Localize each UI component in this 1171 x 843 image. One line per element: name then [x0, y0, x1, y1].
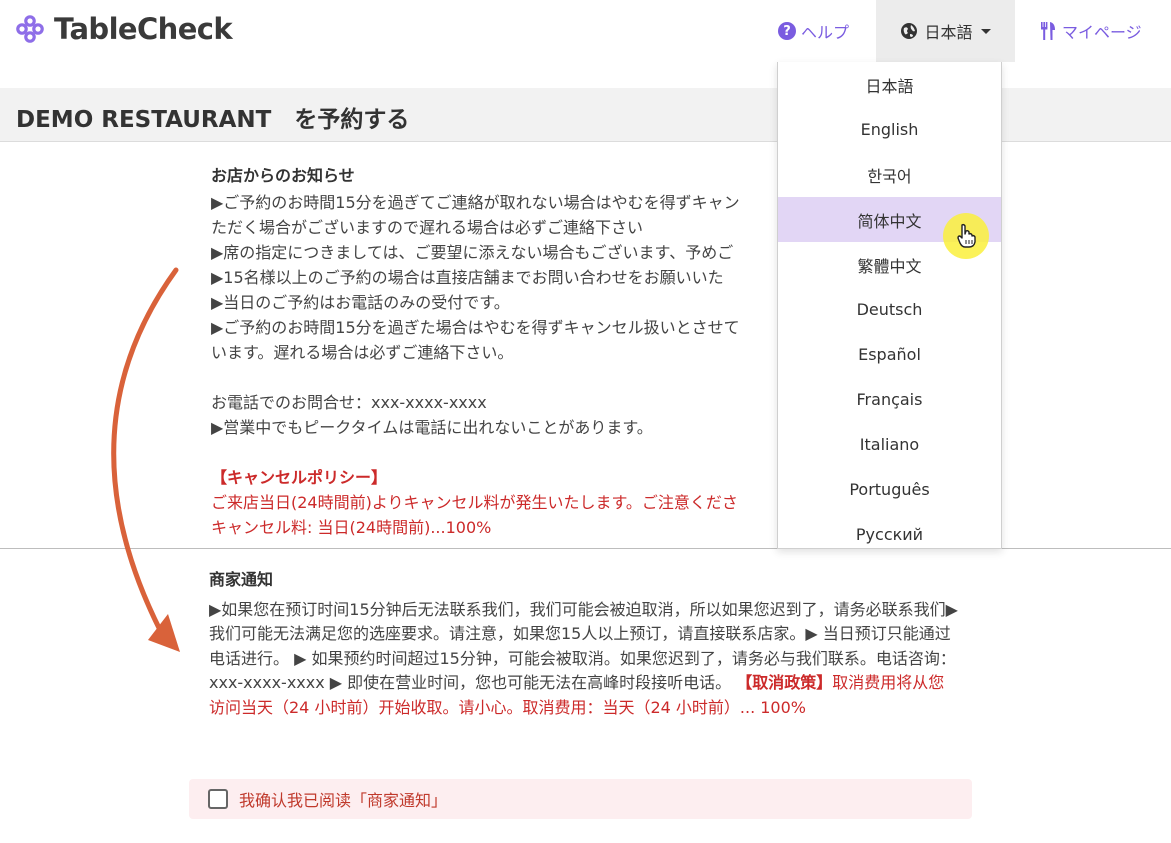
language-option[interactable]: Español [778, 332, 1001, 377]
notice-line: ▶ご予約のお時間15分を過ぎてご連絡が取れない場合はやむを得ずキャン [211, 193, 740, 212]
notice-peak-line: ▶営業中でもピークタイムは電話に出れないことがあります。 [211, 418, 653, 437]
notice-translated-heading: 商家通知 [209, 570, 274, 589]
confirm-notice[interactable]: 我确认我已阅读「商家通知」 [189, 779, 972, 819]
cancel-policy-line: キャンセル料: 当日(24時間前)...100% [211, 518, 492, 537]
notice-line: ▶ご予約のお時間15分を過ぎた場合はやむを得ずキャンセル扱いとさせて [211, 318, 740, 337]
language-option[interactable]: English [778, 107, 1001, 152]
hand-pointer-icon [957, 223, 976, 248]
notice-line: ▶当日のご予約はお電話のみの受付です。 [211, 293, 510, 312]
language-option[interactable]: Русский [778, 512, 1001, 548]
language-label: 日本語 [924, 23, 973, 42]
language-option[interactable]: Français [778, 377, 1001, 422]
language-dropdown: 日本語 English 한국어 简体中文 繁體中文 Deutsch Españo… [777, 62, 1002, 549]
help-link[interactable]: ? ヘルプ [778, 19, 849, 43]
language-selector[interactable]: 日本語 [876, 0, 1015, 62]
help-label: ヘルプ [801, 23, 850, 42]
question-circle-icon: ? [778, 22, 796, 40]
tablecheck-logo-icon [16, 15, 44, 43]
page-title: DEMO RESTAURANT を予約する [16, 107, 410, 133]
language-option[interactable]: Português [778, 467, 1001, 512]
notice-translated-body: ▶如果您在预订时间15分钟后无法联系我们，我们可能会被迫取消，所以如果您迟到了，… [209, 598, 959, 721]
fork-knife-icon [1041, 22, 1055, 40]
notice-line: ▶15名様以上のご予約の場合は直接店舗までお問い合わせをお願いいた [211, 268, 724, 287]
notice-original-heading: お店からのお知らせ [211, 166, 355, 185]
mypage-link[interactable]: マイページ [1040, 19, 1142, 43]
mypage-label: マイページ [1062, 23, 1142, 42]
logo[interactable]: TableCheck [16, 12, 233, 46]
notice-line: ▶席の指定につきましては、ご要望に添えない場合もございます、予めご [211, 243, 734, 262]
globe-icon [901, 23, 918, 39]
language-option[interactable]: Deutsch [778, 287, 1001, 332]
caret-down-icon [980, 28, 991, 34]
language-option[interactable]: 한국어 [778, 152, 1001, 197]
notice-line: ただく場合がございますので遅れる場合は必ずご連絡下さい [211, 218, 644, 237]
cancel-policy-line: ご来店当日(24時間前)よりキャンセル料が発生いたします。ご注意くださ [211, 493, 738, 512]
notice-line: います。遅れる場合は必ずご連絡下さい。 [211, 343, 514, 362]
cancel-policy-heading: 【キャンセルポリシー】 [211, 468, 388, 487]
notice-original: お店からのお知らせ ▶ご予約のお時間15分を過ぎてご連絡が取れない場合はやむを得… [211, 163, 831, 548]
notice-translated: 商家通知 ▶如果您在预订时间15分钟后无法联系我们，我们可能会被迫取消，所以如果… [209, 568, 959, 721]
language-option[interactable]: Italiano [778, 422, 1001, 467]
logo-text: TableCheck [54, 12, 233, 46]
language-option[interactable]: 日本語 [778, 62, 1001, 107]
cancel-policy-heading: 【取消政策】 [736, 673, 833, 693]
confirm-label[interactable]: 我确认我已阅读「商家通知」 [239, 787, 447, 811]
notice-phone-line: お電話でのお問合せ：xxx-xxxx-xxxx [211, 393, 487, 412]
confirm-checkbox[interactable] [208, 789, 228, 809]
